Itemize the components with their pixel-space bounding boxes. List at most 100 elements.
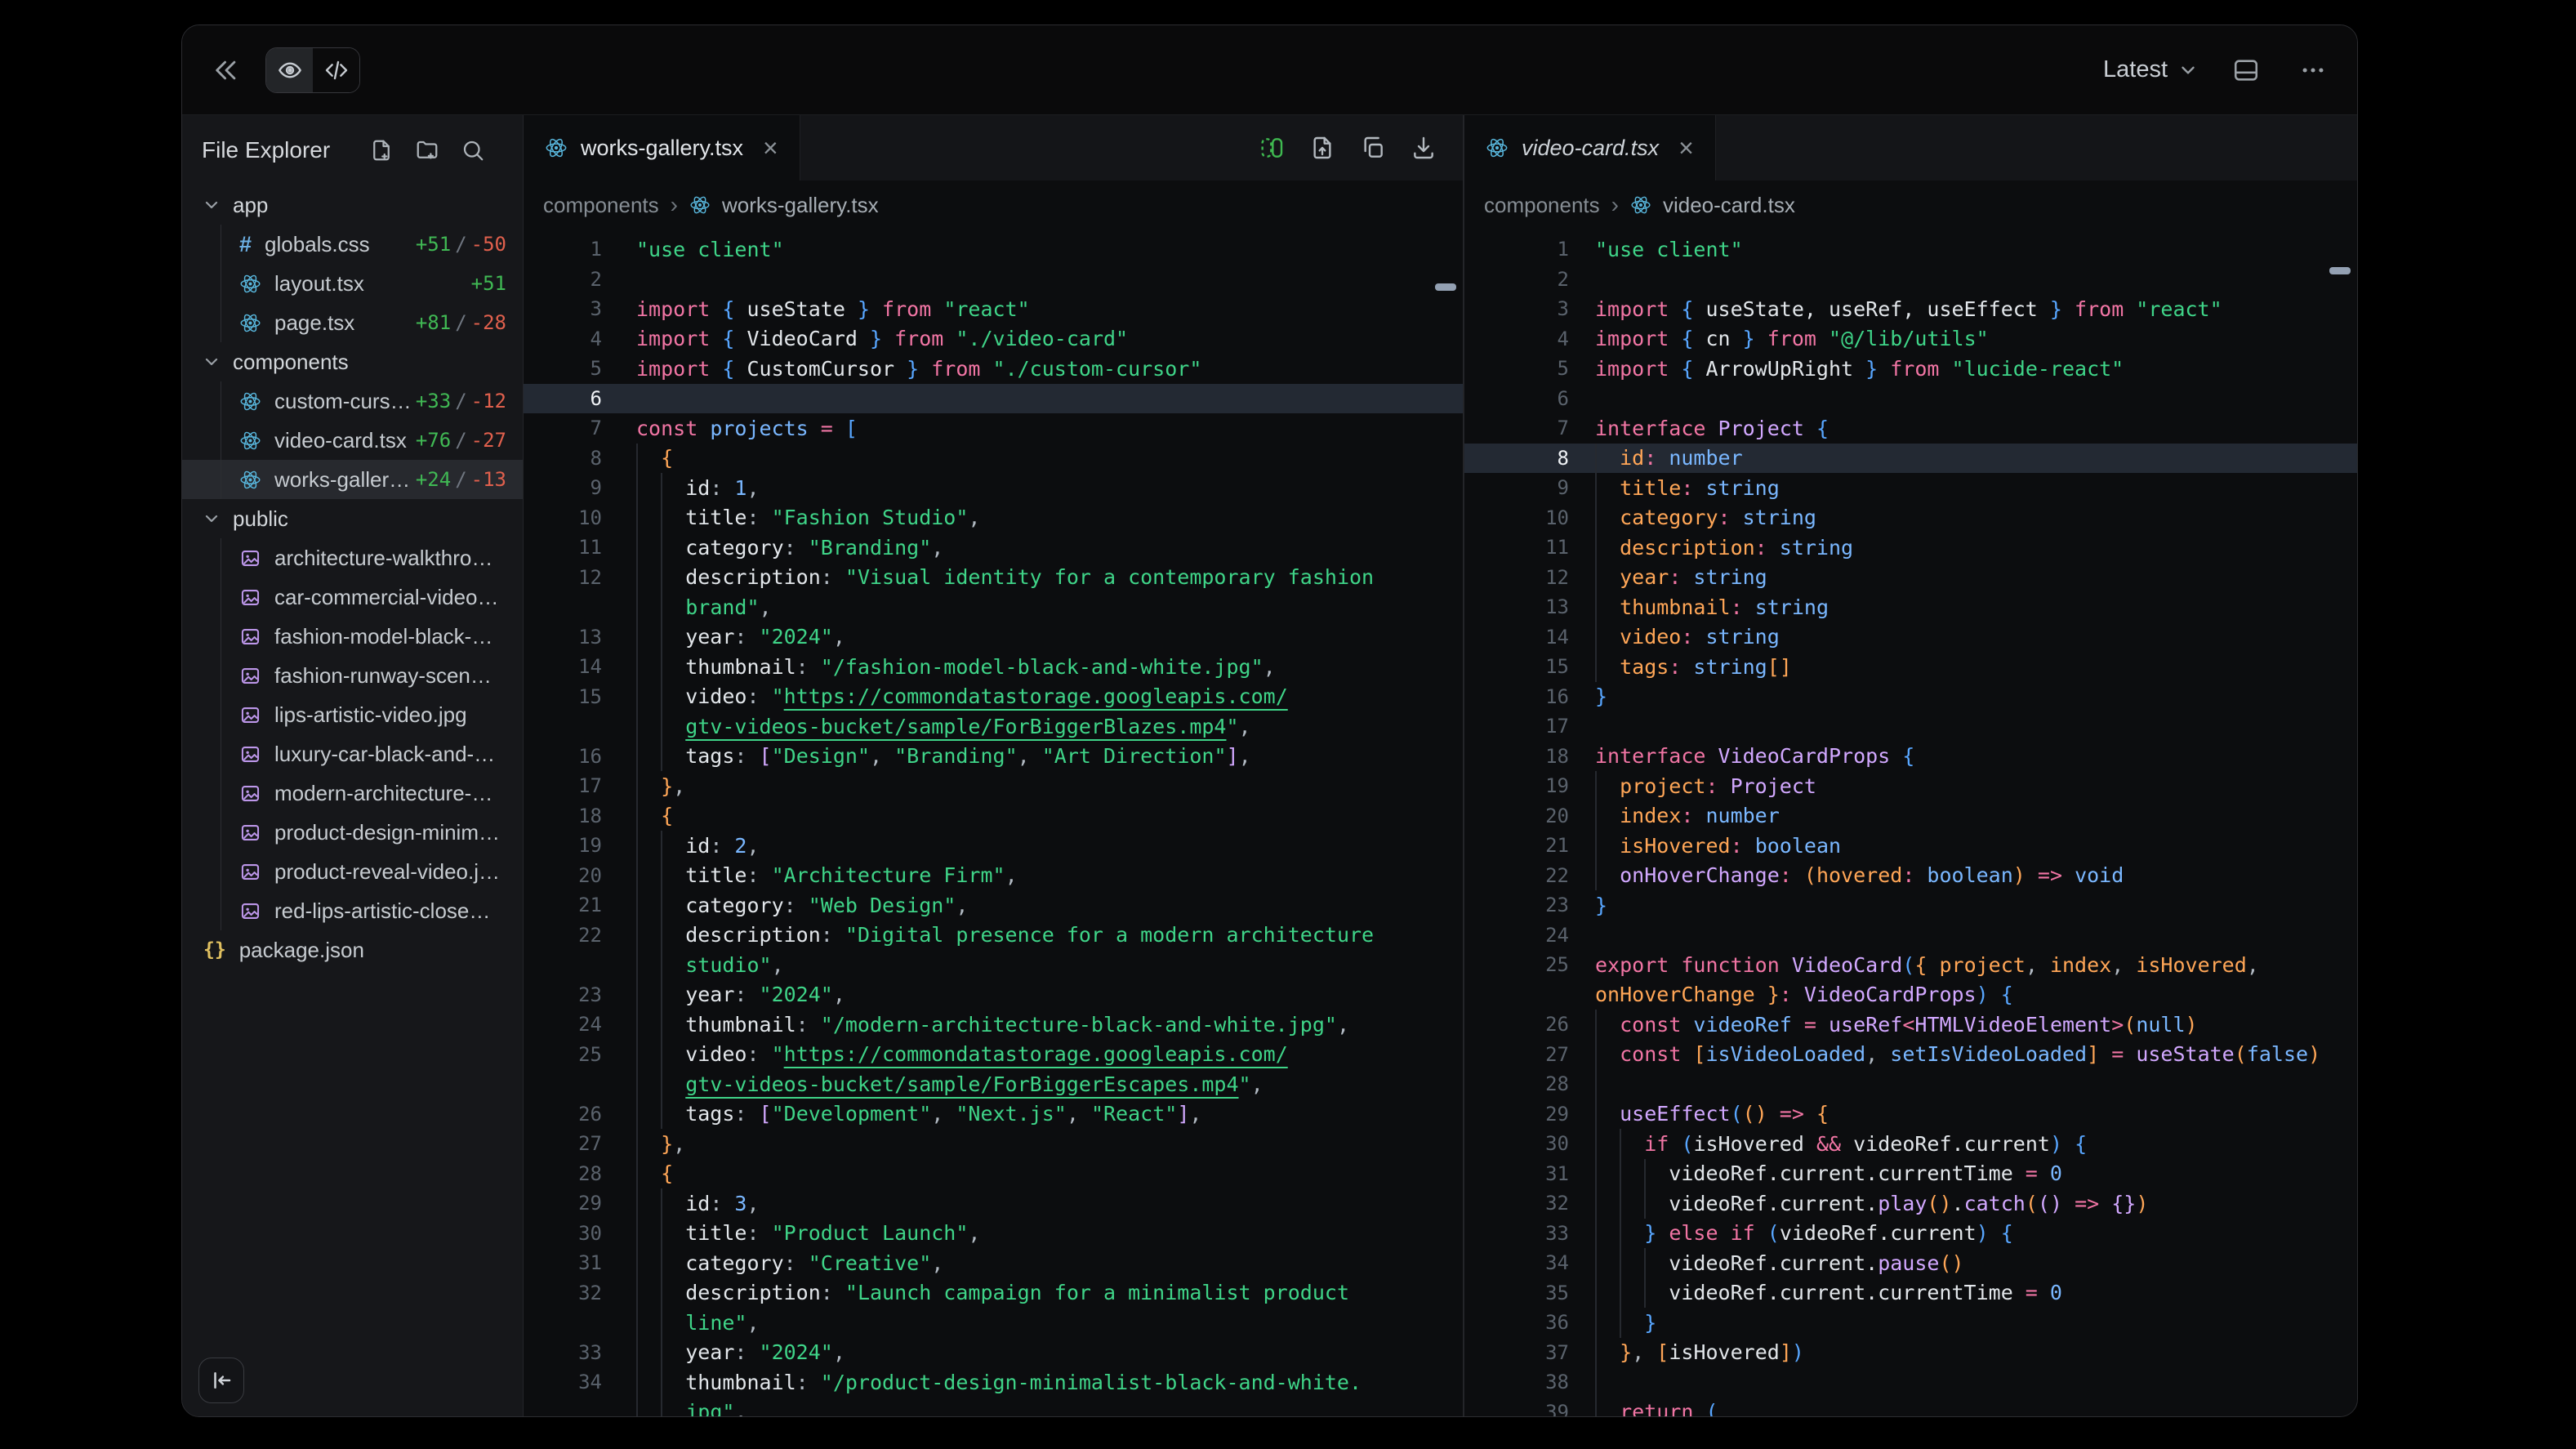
code-line-25[interactable]: 25export function VideoCard({ project, i… xyxy=(1464,950,2357,980)
code-line-3[interactable]: 3import { useState, useRef, useEffect } … xyxy=(1464,294,2357,324)
tree-folder-app[interactable]: app xyxy=(182,185,523,225)
code-line-24[interactable]: 24 xyxy=(1464,921,2357,951)
code-line-22[interactable]: 22 onHoverChange: (hovered: boolean) => … xyxy=(1464,861,2357,891)
code-line-12[interactable]: 12 year: string xyxy=(1464,563,2357,593)
tree-file-fashion-model-black-[interactable]: fashion-model-black-… xyxy=(182,617,523,656)
code-line-19[interactable]: 19 id: 2, xyxy=(524,831,1463,861)
breadcrumb-file[interactable]: video-card.tsx xyxy=(1663,193,1795,218)
code-line-34[interactable]: 34 thumbnail: "/product-design-minimalis… xyxy=(524,1367,1463,1398)
code-line-30[interactable]: 30 title: "Product Launch", xyxy=(524,1219,1463,1249)
code-line-13[interactable]: 13 year: "2024", xyxy=(524,622,1463,653)
tree-folder-components[interactable]: components xyxy=(182,342,523,381)
version-dropdown[interactable]: Latest xyxy=(2103,56,2199,83)
code-line-17[interactable]: 17 xyxy=(1464,711,2357,742)
new-folder-icon[interactable] xyxy=(415,138,439,163)
code-line-2[interactable]: 2 xyxy=(524,265,1463,295)
more-options-button[interactable] xyxy=(2293,51,2333,90)
scrollbar-thumb[interactable] xyxy=(1435,283,1456,291)
close-icon[interactable]: × xyxy=(1678,135,1694,161)
copy-icon[interactable] xyxy=(1360,135,1386,161)
code-line-14[interactable]: 14 thumbnail: "/fashion-model-black-and-… xyxy=(524,652,1463,682)
code-line-24[interactable]: 24 thumbnail: "/modern-architecture-blac… xyxy=(524,1010,1463,1040)
breadcrumb-folder[interactable]: components xyxy=(1484,193,1600,218)
code-line-20[interactable]: 20 title: "Architecture Firm", xyxy=(524,861,1463,891)
code-line-10[interactable]: 10 title: "Fashion Studio", xyxy=(524,503,1463,533)
code-line-23[interactable]: 23 year: "2024", xyxy=(524,980,1463,1010)
code-line-7[interactable]: 7interface Project { xyxy=(1464,413,2357,444)
code-line-7[interactable]: 7const projects = [ xyxy=(524,413,1463,444)
code-line-5[interactable]: 5import { CustomCursor } from "./custom-… xyxy=(524,354,1463,384)
tree-file-car-commercial-video-[interactable]: car-commercial-video… xyxy=(182,577,523,617)
tree-file-video-card.tsx[interactable]: video-card.tsx+76/-27 xyxy=(182,421,523,460)
code-line-38[interactable]: 38 xyxy=(1464,1367,2357,1398)
code-line-26[interactable]: 26 const videoRef = useRef<HTMLVideoElem… xyxy=(1464,1010,2357,1040)
code-line-3[interactable]: 3import { useState } from "react" xyxy=(524,294,1463,324)
toggle-bottom-panel-button[interactable] xyxy=(2226,51,2266,90)
tree-file-red-lips-artistic-close-[interactable]: red-lips-artistic-close… xyxy=(182,891,523,930)
code-line-16[interactable]: 16 tags: ["Design", "Branding", "Art Dir… xyxy=(524,742,1463,772)
tree-file-custom-curs-[interactable]: custom-curs…+33/-12 xyxy=(182,381,523,421)
collapse-sidebar-button[interactable] xyxy=(198,1358,244,1403)
code-line-wrap[interactable]: jpg", xyxy=(524,1398,1463,1417)
code-line-28[interactable]: 28 xyxy=(1464,1069,2357,1099)
tab-video-card[interactable]: video-card.tsx × xyxy=(1464,115,1716,181)
code-line-1[interactable]: 1"use client" xyxy=(1464,234,2357,265)
code-line-21[interactable]: 21 isHovered: boolean xyxy=(1464,831,2357,861)
tree-file-fashion-runway-scen-[interactable]: fashion-runway-scen… xyxy=(182,656,523,695)
preview-toggle-button[interactable] xyxy=(266,48,313,92)
code-line-27[interactable]: 27 }, xyxy=(524,1129,1463,1159)
code-line-14[interactable]: 14 video: string xyxy=(1464,622,2357,653)
collapse-panel-button[interactable] xyxy=(207,51,246,90)
code-line-33[interactable]: 33 year: "2024", xyxy=(524,1338,1463,1368)
code-line-11[interactable]: 11 category: "Branding", xyxy=(524,533,1463,563)
code-line-20[interactable]: 20 index: number xyxy=(1464,801,2357,832)
code-line-12[interactable]: 12 description: "Visual identity for a c… xyxy=(524,563,1463,593)
tree-file-lips-artistic-video.jpg[interactable]: lips-artistic-video.jpg xyxy=(182,695,523,734)
code-line-15[interactable]: 15 video: "https://commondatastorage.goo… xyxy=(524,682,1463,712)
code-line-4[interactable]: 4import { VideoCard } from "./video-card… xyxy=(524,324,1463,354)
code-line-37[interactable]: 37 }, [isHovered]) xyxy=(1464,1338,2357,1368)
code-line-wrap[interactable]: gtv-videos-bucket/sample/ForBiggerEscape… xyxy=(524,1069,1463,1099)
code-line-wrap[interactable]: onHoverChange }: VideoCardProps) { xyxy=(1464,980,2357,1010)
scrollbar-thumb[interactable] xyxy=(2329,267,2351,274)
code-editor-works-gallery[interactable]: 1"use client"23import { useState } from … xyxy=(524,230,1463,1416)
code-line-9[interactable]: 9 id: 1, xyxy=(524,473,1463,503)
code-line-18[interactable]: 18 { xyxy=(524,801,1463,832)
code-line-29[interactable]: 29 useEffect(() => { xyxy=(1464,1099,2357,1130)
tree-file-globals.css[interactable]: #globals.css+51/-50 xyxy=(182,225,523,264)
code-line-34[interactable]: 34 videoRef.current.pause() xyxy=(1464,1248,2357,1278)
tree-file-luxury-car-black-and-[interactable]: luxury-car-black-and-… xyxy=(182,734,523,774)
code-line-6[interactable]: 6 xyxy=(524,384,1463,414)
code-line-1[interactable]: 1"use client" xyxy=(524,234,1463,265)
code-line-35[interactable]: 35 videoRef.current.currentTime = 0 xyxy=(1464,1278,2357,1309)
code-line-18[interactable]: 18interface VideoCardProps { xyxy=(1464,742,2357,772)
code-line-33[interactable]: 33 } else if (videoRef.current) { xyxy=(1464,1219,2357,1249)
code-line-4[interactable]: 4import { cn } from "@/lib/utils" xyxy=(1464,324,2357,354)
code-line-9[interactable]: 9 title: string xyxy=(1464,473,2357,503)
breadcrumb-folder[interactable]: components xyxy=(543,193,659,218)
code-editor-video-card[interactable]: 1"use client"23import { useState, useRef… xyxy=(1464,230,2357,1416)
code-line-wrap[interactable]: line", xyxy=(524,1308,1463,1338)
tree-file-product-reveal-video.j-[interactable]: product-reveal-video.j… xyxy=(182,852,523,891)
code-line-28[interactable]: 28 { xyxy=(524,1159,1463,1189)
code-line-17[interactable]: 17 }, xyxy=(524,771,1463,801)
code-toggle-button[interactable] xyxy=(313,48,359,92)
download-icon[interactable] xyxy=(1411,135,1437,161)
new-file-icon[interactable] xyxy=(369,138,394,163)
code-line-26[interactable]: 26 tags: ["Development", "Next.js", "Rea… xyxy=(524,1099,1463,1130)
code-line-15[interactable]: 15 tags: string[] xyxy=(1464,652,2357,682)
code-line-wrap[interactable]: studio", xyxy=(524,950,1463,980)
code-line-32[interactable]: 32 description: "Launch campaign for a m… xyxy=(524,1278,1463,1309)
tree-file-architecture-walkthro-[interactable]: architecture-walkthro… xyxy=(182,538,523,577)
tree-file-package.json[interactable]: {}package.json xyxy=(182,930,523,970)
code-line-11[interactable]: 11 description: string xyxy=(1464,533,2357,563)
code-line-31[interactable]: 31 category: "Creative", xyxy=(524,1248,1463,1278)
code-line-8[interactable]: 8 id: number xyxy=(1464,444,2357,474)
code-line-31[interactable]: 31 videoRef.current.currentTime = 0 xyxy=(1464,1159,2357,1189)
code-line-32[interactable]: 32 videoRef.current.play().catch(() => {… xyxy=(1464,1188,2357,1219)
code-line-2[interactable]: 2 xyxy=(1464,265,2357,295)
code-line-30[interactable]: 30 if (isHovered && videoRef.current) { xyxy=(1464,1129,2357,1159)
code-line-16[interactable]: 16} xyxy=(1464,682,2357,712)
split-diff-icon[interactable] xyxy=(1259,135,1285,161)
close-icon[interactable]: × xyxy=(763,135,778,161)
